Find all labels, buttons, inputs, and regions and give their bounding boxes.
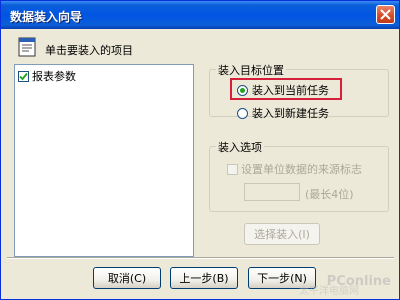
cancel-button[interactable]: 取消(C) [93, 267, 161, 289]
window-title: 数据装入向导 [10, 10, 83, 24]
source-flag-checkbox[interactable] [227, 163, 238, 175]
radio-button[interactable] [237, 107, 248, 119]
target-group-title: 装入目标位置 [216, 62, 286, 78]
select-load-button[interactable]: 选择装入(I) [244, 223, 320, 245]
close-icon [380, 9, 391, 20]
radio-dot-icon [240, 87, 245, 93]
list-item-label: 报表参数 [32, 70, 76, 83]
back-button[interactable]: 上一步(B) [170, 267, 238, 289]
options-groupbox: 装入选项 [209, 139, 389, 212]
radio-new-task[interactable]: 装入到新建任务 [237, 105, 329, 121]
radio-label: 装入到当前任务 [252, 84, 329, 97]
source-flag-input[interactable] [244, 183, 300, 201]
close-button[interactable] [376, 5, 395, 24]
wizard-window: 数据装入向导 单击要装入的项目 报表参数 装入目标位置 装入到当前任务 装入到新… [0, 0, 400, 300]
instruction-label: 单击要装入的项目 [45, 44, 133, 57]
radio-button[interactable] [237, 84, 248, 96]
item-listbox[interactable]: 报表参数 [14, 64, 194, 257]
source-flag-checkbox-row[interactable]: 设置单位数据的来源标志 [227, 161, 362, 177]
radio-label: 装入到新建任务 [252, 107, 329, 120]
list-item[interactable]: 报表参数 [18, 68, 76, 84]
options-group-title: 装入选项 [216, 139, 264, 155]
checkmark-icon [19, 72, 28, 80]
footer-separator [7, 257, 394, 259]
title-bar[interactable]: 数据装入向导 [1, 1, 399, 29]
radio-current-task[interactable]: 装入到当前任务 [237, 82, 329, 98]
length-hint: (最长4位) [305, 188, 354, 201]
watermark-sub: 太平洋电脑网 [299, 286, 359, 297]
source-flag-label: 设置单位数据的来源标志 [241, 163, 362, 176]
item-checkbox[interactable] [18, 70, 29, 82]
document-icon [18, 37, 36, 57]
